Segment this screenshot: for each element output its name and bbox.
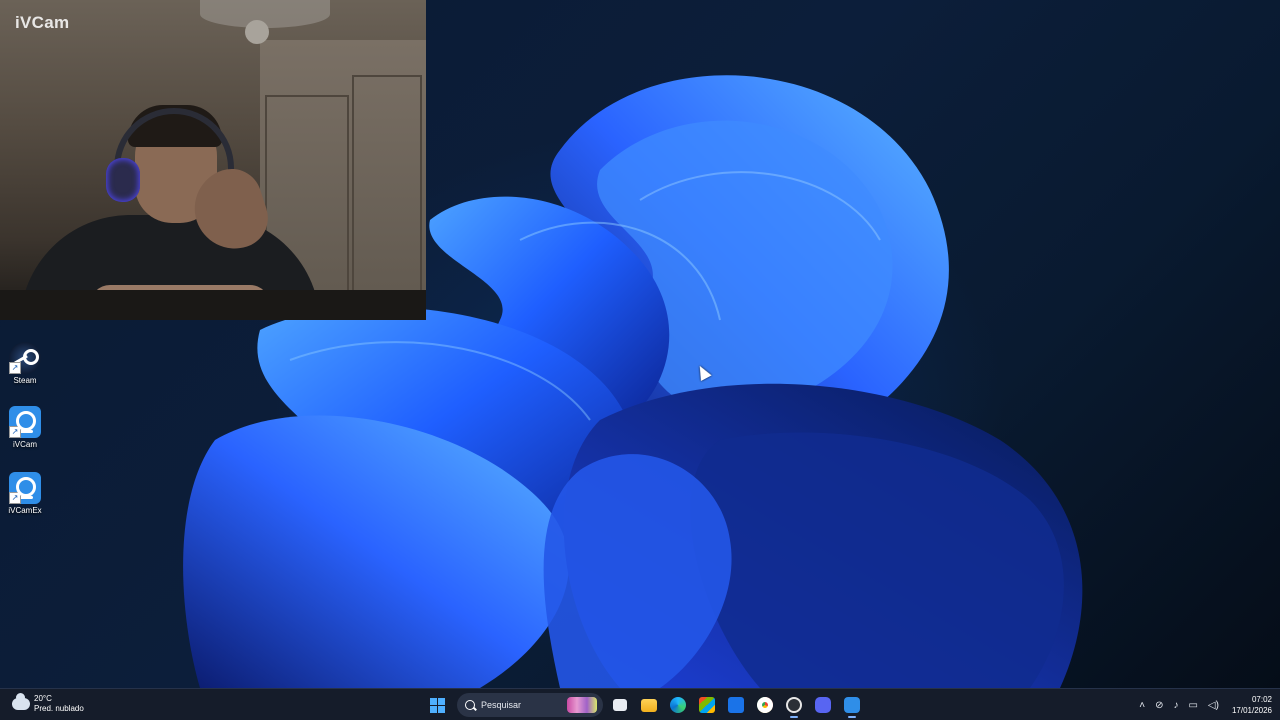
- clock-time: 07:02: [1251, 695, 1272, 704]
- shortcut-arrow-icon: ↗: [9, 492, 21, 504]
- display-icon[interactable]: ▭: [1188, 700, 1197, 711]
- desktop-icon-ivcam[interactable]: ↗ iVCam: [4, 406, 46, 449]
- store-icon: [699, 697, 715, 713]
- edge-icon: [670, 697, 686, 713]
- ceiling-fan-hub: [245, 20, 269, 44]
- headset-earcup: [106, 158, 140, 202]
- task-view-icon: [613, 699, 627, 711]
- folder-icon: [641, 698, 657, 712]
- chevron-up-icon[interactable]: ˄: [1139, 700, 1145, 711]
- ivcam-icon: ↗: [9, 406, 41, 438]
- windows-logo-icon: [429, 697, 445, 713]
- discord-button[interactable]: [810, 692, 836, 718]
- start-button[interactable]: [424, 692, 450, 718]
- file-explorer-button[interactable]: [636, 692, 662, 718]
- discord-icon: [815, 697, 831, 713]
- cloud-icon: [12, 693, 30, 710]
- shortcut-arrow-icon: ↗: [9, 426, 21, 438]
- mic-muted-icon[interactable]: ⊘: [1155, 700, 1163, 711]
- desktop: iVCam ↗ Steam ↗ iVCam ↗ iVCamEx: [0, 0, 1280, 688]
- edge-button[interactable]: [665, 692, 691, 718]
- search-highlight-icon: [567, 697, 597, 713]
- wardrobe-door: [352, 75, 422, 302]
- microsoft-store-button[interactable]: [694, 692, 720, 718]
- steam-icon: ↗: [9, 342, 41, 374]
- desk: [0, 290, 426, 320]
- weather-temperature: 20°C: [34, 694, 52, 703]
- obs-icon: [786, 697, 802, 713]
- ivcam-taskbar-button[interactable]: [839, 692, 865, 718]
- weather-widget[interactable]: 20°C Pred. nublado: [12, 693, 84, 714]
- mail-icon: [728, 697, 744, 713]
- chrome-button[interactable]: [752, 692, 778, 718]
- taskbar-apps: Pesquisar: [424, 692, 868, 718]
- weather-condition: Pred. nublado: [34, 704, 84, 713]
- clock-date: 17/01/2026: [1231, 706, 1272, 715]
- system-tray: ˄ ⊘ ♪ ▭ ◁) 07:02 17/01/2026: [1134, 692, 1272, 718]
- desktop-icon-label: iVCamEx: [8, 506, 42, 515]
- desktop-icon-label: Steam: [13, 376, 37, 385]
- desktop-icon-label: iVCam: [12, 440, 37, 449]
- ivcam-icon: [844, 697, 860, 713]
- desktop-icon-ivcamex[interactable]: ↗ iVCamEx: [4, 472, 46, 515]
- webcam-watermark: iVCam: [15, 13, 70, 32]
- mail-button[interactable]: [723, 692, 749, 718]
- taskbar-search[interactable]: Pesquisar: [457, 693, 603, 717]
- shortcut-arrow-icon: ↗: [9, 362, 21, 374]
- chrome-icon: [757, 697, 773, 713]
- obs-button[interactable]: [781, 692, 807, 718]
- taskbar-clock[interactable]: 07:02 17/01/2026: [1232, 694, 1272, 716]
- ivcamex-icon: ↗: [9, 472, 41, 504]
- microphone-icon[interactable]: ♪: [1173, 700, 1178, 711]
- taskbar: 20°C Pred. nublado Pesquisar ˄ ⊘ ♪ ▭ ◁) …: [0, 688, 1280, 720]
- search-placeholder: Pesquisar: [481, 700, 522, 710]
- task-view-button[interactable]: [607, 692, 633, 718]
- desktop-icon-steam[interactable]: ↗ Steam: [4, 342, 46, 385]
- ivcam-webcam-overlay[interactable]: iVCam: [0, 0, 426, 320]
- volume-icon[interactable]: ◁): [1208, 700, 1219, 711]
- search-icon: [465, 700, 475, 710]
